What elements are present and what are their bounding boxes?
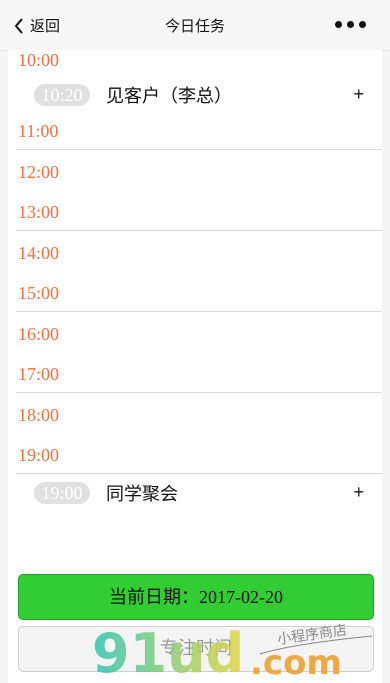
divider (16, 392, 382, 393)
hour-label: 17:00 (18, 364, 60, 384)
more-menu-icon[interactable] (335, 21, 366, 28)
task-name: 见客户（李总） (106, 86, 232, 107)
divider (16, 473, 382, 474)
hour-label: 11:00 (18, 121, 59, 141)
hour-label: 14:00 (18, 243, 60, 263)
task-name: 同学聚会 (106, 484, 178, 505)
divider (16, 311, 382, 312)
hour-label: 18:00 (18, 405, 60, 425)
hour-label: 19:00 (18, 445, 60, 465)
hour-label: 15:00 (18, 283, 60, 303)
task-time-badge: 10:20 (34, 84, 90, 106)
hour-label: 12:00 (18, 162, 60, 182)
divider (16, 149, 382, 150)
hour-label: 10:00 (18, 50, 60, 70)
watermark-logo: 91ud 小程序商店 .com (92, 622, 373, 682)
svg-text:.com: .com (250, 643, 342, 682)
task-item[interactable]: 10:20 见客户（李总） + (34, 84, 364, 110)
add-icon[interactable]: + (353, 84, 364, 105)
hour-label: 16:00 (18, 324, 60, 344)
add-icon[interactable]: + (353, 482, 364, 503)
divider (16, 230, 382, 231)
navigation-bar: 返回 今日任务 (0, 0, 390, 51)
page-title: 今日任务 (164, 17, 225, 35)
task-time-badge: 19:00 (34, 482, 90, 504)
hour-label: 13:00 (18, 202, 60, 222)
watermark-brand: 91ud (92, 622, 244, 682)
task-item[interactable]: 19:00 同学聚会 + (34, 482, 364, 508)
